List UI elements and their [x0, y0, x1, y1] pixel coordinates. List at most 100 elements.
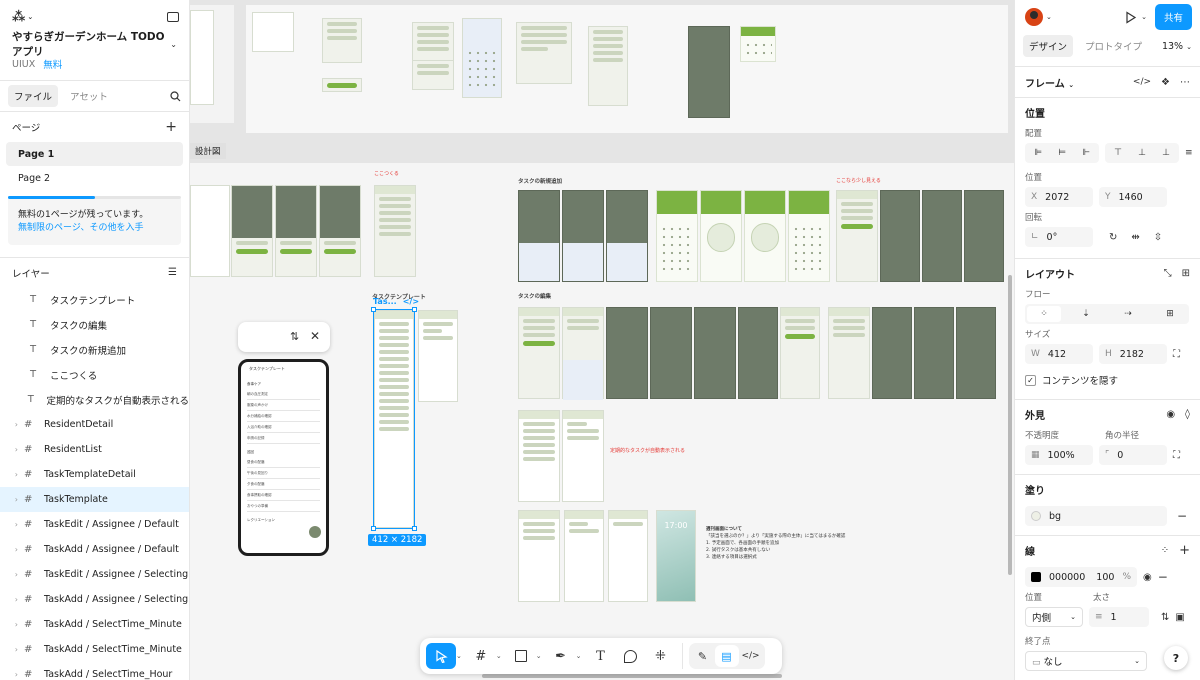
screen-frame[interactable] [319, 185, 361, 277]
layer-row[interactable]: › # TaskTemplate [0, 487, 189, 512]
task-edit-frame[interactable] [780, 307, 820, 399]
stroke-color-field[interactable]: 000000 100 % [1025, 567, 1137, 587]
layer-row[interactable]: › # TaskAdd / SelectTime_Minute [0, 612, 189, 637]
screen-frame[interactable] [231, 185, 273, 277]
stroke-settings-icon[interactable]: ⇅ [1161, 612, 1169, 623]
collapse-icon[interactable]: ⤡ [1164, 268, 1172, 279]
layer-row[interactable]: › # TaskEdit / Assignee / Selecting [0, 562, 189, 587]
task-add-label[interactable]: タスクの新規追加 [518, 177, 562, 185]
caret-icon[interactable]: ⌄ [576, 652, 582, 660]
flow-frame[interactable] [322, 78, 362, 92]
share-button[interactable]: 共有 [1154, 4, 1192, 30]
chevron-down-icon[interactable]: ⌄ [170, 40, 177, 49]
page-item-1[interactable]: Page 1 [6, 142, 183, 166]
remove-stroke-icon[interactable]: − [1158, 570, 1168, 584]
layer-row[interactable]: T タスクテンプレート [0, 287, 189, 312]
phone-list-item[interactable]: 水分補給の確認 [247, 411, 320, 422]
screen-frame[interactable] [374, 185, 416, 277]
add-page-icon[interactable]: + [165, 119, 177, 135]
align-top-icon[interactable]: ⊤ [1107, 145, 1129, 161]
align-right-icon[interactable]: ⊩ [1075, 145, 1097, 161]
phone-list-item[interactable]: 夕食の配膳 [247, 479, 320, 490]
adjust-icon[interactable]: ⇅ [290, 330, 299, 343]
phone-list-item[interactable]: 食事摂取の確認 [247, 490, 320, 501]
flow-frame[interactable] [462, 18, 502, 98]
align-left-icon[interactable]: ⊫ [1027, 145, 1049, 161]
flow-frame[interactable] [190, 10, 214, 105]
code-icon[interactable]: </> [1133, 77, 1151, 88]
y-field[interactable]: Y 1460 [1099, 187, 1167, 207]
chevron-right-icon[interactable]: › [0, 570, 24, 579]
task-edit-label[interactable]: タスクの編集 [518, 292, 551, 300]
tab-assets[interactable]: アセット [64, 85, 114, 107]
screen-frame[interactable] [608, 510, 648, 602]
text-tool-icon[interactable]: T [586, 643, 616, 669]
screen-frame[interactable] [964, 190, 1004, 282]
resize-handle[interactable] [412, 307, 417, 312]
resize-handle[interactable] [412, 526, 417, 531]
layer-row[interactable]: › # TaskEdit / Assignee / Default [0, 512, 189, 537]
phone-list-item[interactable]: 服薬の声かけ [247, 400, 320, 411]
task-edit-frame[interactable] [956, 307, 996, 399]
flow-grid-icon[interactable]: ⊞ [1153, 306, 1187, 322]
task-edit-frame[interactable] [828, 307, 870, 399]
resident-detail-frame[interactable] [562, 410, 604, 502]
fill-field[interactable]: bg [1025, 506, 1167, 526]
phone-list-item[interactable]: おやつの準備 [247, 501, 320, 512]
design-mode-icon[interactable]: ▤ [714, 645, 739, 667]
rotate-icon[interactable]: ↻ [1109, 232, 1117, 243]
tab-file[interactable]: ファイル [8, 85, 59, 107]
preview-popup[interactable]: ⇅ ✕ [238, 322, 330, 352]
task-edit-frame[interactable] [914, 307, 954, 399]
eye-icon[interactable]: ◉ [1143, 572, 1152, 583]
flow-frame[interactable] [412, 60, 454, 90]
flow-freeform-icon[interactable]: ⁘ [1027, 306, 1061, 322]
close-icon[interactable]: ✕ [310, 329, 320, 343]
frame-tool-icon[interactable]: # [466, 643, 496, 669]
team-name[interactable]: UIUX [12, 59, 35, 70]
phone-list-item[interactable]: 午後の見回り [247, 468, 320, 479]
task-edit-frame[interactable] [606, 307, 648, 399]
flow-frame[interactable] [322, 18, 362, 63]
eye-icon[interactable]: ◉ [1166, 409, 1175, 420]
phone-fab[interactable] [309, 526, 321, 538]
pen-tool-icon[interactable]: ✒ [546, 643, 576, 669]
resize-to-fit-icon[interactable]: ⛶ [1173, 349, 1180, 360]
frame-dropdown[interactable]: フレーム ⌄ [1025, 75, 1074, 90]
x-field[interactable]: X 2072 [1025, 187, 1093, 207]
upsell-link[interactable]: 無制限のページ、その他を入手 [18, 222, 171, 235]
phone-list-item[interactable]: 申請の記録 [247, 433, 320, 444]
calendar-frame[interactable] [656, 190, 698, 282]
play-icon[interactable] [1124, 10, 1137, 24]
screen-frame[interactable] [275, 185, 317, 277]
selection-box[interactable] [373, 309, 415, 529]
caret-icon[interactable]: ⌄ [496, 652, 502, 660]
layer-row[interactable]: › # TaskAdd / SelectTime_Hour [0, 662, 189, 680]
chevron-down-icon[interactable]: ⌄ [1141, 13, 1147, 21]
component-icon[interactable]: ❖ [1161, 77, 1170, 88]
resize-handle[interactable] [371, 526, 376, 531]
zoom-level[interactable]: 13% ⌄ [1162, 41, 1192, 52]
layer-row[interactable]: › # TaskAdd / SelectTime_Minute [0, 637, 189, 662]
layer-row[interactable]: › # TaskTemplateDetail [0, 462, 189, 487]
layer-row[interactable]: › # TaskAdd / Assignee / Selecting [0, 587, 189, 612]
screen-frame[interactable] [564, 510, 604, 602]
auto-layout-icon[interactable]: ⊞ [1182, 268, 1190, 279]
layer-row[interactable]: › # TaskAdd / Assignee / Default [0, 537, 189, 562]
flow-frame[interactable] [516, 22, 572, 84]
align-center-h-icon[interactable]: ⊨ [1051, 145, 1073, 161]
task-edit-frame[interactable] [562, 307, 604, 400]
phone-list-item[interactable]: 入浴介助の確認 [247, 422, 320, 433]
task-edit-frame[interactable] [650, 307, 692, 399]
chevron-right-icon[interactable]: › [0, 670, 24, 679]
task-add-frame[interactable] [606, 190, 648, 282]
caret-icon[interactable]: ⌄ [536, 652, 542, 660]
plan-badge[interactable]: 無料 [43, 57, 62, 71]
lockscreen-frame[interactable]: 17:00 [656, 510, 696, 602]
chevron-right-icon[interactable]: › [0, 520, 24, 529]
caret-icon[interactable]: ⌄ [456, 652, 462, 660]
draw-mode-icon[interactable]: ✎ [691, 645, 715, 667]
phone-list-item[interactable]: 昼食の配膳 [247, 457, 320, 468]
chevron-right-icon[interactable]: › [0, 595, 24, 604]
end-point-select[interactable]: ▭ なし ⌄ [1025, 651, 1147, 671]
